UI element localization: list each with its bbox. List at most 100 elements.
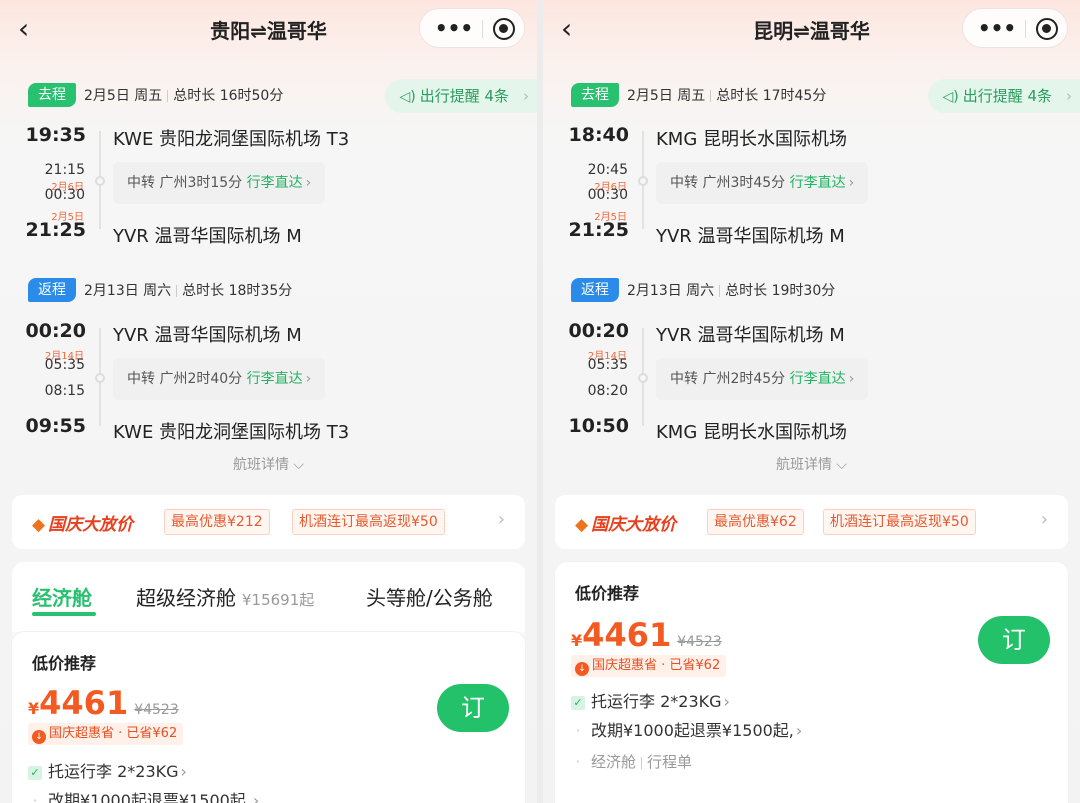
promo-logo: ◆ 国庆大放价 [575,510,676,535]
promo-banner[interactable]: ◆ 国庆大放价 最高优惠¥212 机酒连订最高返现¥50 › [12,495,525,549]
refund-change-info[interactable]: · 改期¥1000起退票¥1500起, › [571,717,802,741]
transfer-info[interactable]: 中转 广州2时40分 行李直达 › [113,358,326,400]
chevron-right-icon: › [305,371,312,387]
promo-tag-discount: 最高优惠¥62 [707,509,804,535]
travel-reminder[interactable]: ◁) 出行提醒 4条 › [928,79,1080,113]
transfer-dep-time: 08:20 [587,383,628,399]
chevron-right-icon: › [1040,509,1048,530]
return-meta: 2月13日 周六 总时长 19时30分 [627,280,835,300]
tab-first-business[interactable]: 头等舱/公务舱 [366,582,522,611]
flame-icon: ◆ [575,515,589,535]
outbound-date: 2月5日 周五 [84,88,163,104]
fare-title: 低价推荐 [575,584,640,603]
book-button[interactable]: 订 [437,684,509,732]
refund-change-info[interactable]: · 改期¥1000起退票¥1500起, › [28,787,259,803]
book-button[interactable]: 订 [978,616,1050,664]
chevron-right-icon: › [848,175,855,191]
close-target-icon[interactable] [493,18,515,40]
outbound-header: 去程 2月5日 周五 总时长 17时45分 [571,83,826,109]
flight-details-link[interactable]: 航班详情 ⌵ [0,454,537,474]
transfer-text: 中转 广州2时40分 [127,371,243,387]
chevron-right-icon: › [523,87,529,105]
timeline-stop-dot [638,373,648,383]
reminder-label: 出行提醒 4条 [962,87,1052,105]
promo-logo-text: 国庆大放价 [48,515,134,535]
baggage-text: 托运行李 2*23KG [48,762,179,781]
promo-tag-cashback: 机酒连订最高返现¥50 [823,509,976,535]
refund-change-text: 改期¥1000起退票¥1500起, [48,791,251,803]
tab-premium-label: 超级经济舱 [136,586,236,610]
transfer-dep-time: 00:30 [587,187,628,203]
outbound-date: 2月5日 周五 [627,88,706,104]
flight-details-link[interactable]: 航班详情 ⌵ [543,454,1080,474]
transfer-arr-time: 20:45 [587,162,628,178]
tab-premium-price: ¥15691起 [242,591,315,609]
flight-details-label: 航班详情 [775,457,832,473]
speaker-icon: ◁) [399,89,416,105]
return-dep-time: 00:20 [25,320,86,342]
tab-economy[interactable]: 经济舱 [32,582,92,611]
price-value: 4461 [39,684,129,722]
close-target-icon[interactable] [1036,18,1058,40]
more-icon[interactable]: ••• [434,17,474,39]
promo-logo-text: 国庆大放价 [591,515,677,535]
outbound-arr-airport: YVR 温哥华国际机场 M [113,226,302,247]
fare-card[interactable]: 低价推荐 ¥4461 ¥4523 ↓ 国庆超惠省 · 已省¥62 订 ✓ 托运行李 2… [12,632,525,803]
tab-premium-economy[interactable]: 超级经济舱 ¥15691起 [136,582,314,611]
return-header: 返程 2月13日 周六 总时长 19时30分 [571,278,835,304]
fare-price: ¥4461 ¥4523 [571,616,722,654]
baggage-through-link[interactable]: 行李直达 [790,175,846,191]
check-icon: ✓ [571,696,585,710]
mini-program-capsule: ••• [962,8,1068,48]
transfer-arr-time: 05:35 [587,357,628,373]
baggage-text: 托运行李 2*23KG [591,692,722,711]
outbound-dep-time: 19:35 [25,124,86,146]
baggage-through-link[interactable]: 行李直达 [790,371,846,387]
baggage-through-link[interactable]: 行李直达 [247,175,303,191]
baggage-info[interactable]: ✓ 托运行李 2*23KG › [571,688,730,712]
baggage-through-link[interactable]: 行李直达 [247,371,303,387]
flight-details-label: 航班详情 [232,457,289,473]
chevron-right-icon: › [848,371,855,387]
transfer-arr-time: 05:35 [44,357,85,373]
original-price: ¥4523 [134,702,179,718]
currency-symbol: ¥ [28,699,40,718]
chevron-right-icon: › [305,175,312,191]
more-icon[interactable]: ••• [977,17,1017,39]
timeline-stop-dot [95,176,105,186]
chevron-right-icon: › [723,692,730,711]
cabin-tabs: 经济舱 超级经济舱 ¥15691起 头等舱/公务舱 [12,562,525,632]
chevron-right-icon: › [180,762,187,781]
outbound-duration: 总时长 16时50分 [173,88,284,104]
transfer-info[interactable]: 中转 广州3时15分 行李直达 › [113,162,326,204]
transfer-text: 中转 广州2时45分 [670,371,786,387]
return-date: 2月13日 周六 [627,283,715,299]
outbound-duration: 总时长 17时45分 [716,88,827,104]
outbound-tag: 去程 [28,83,76,107]
active-tab-indicator [32,612,96,616]
discount-icon: ↓ [32,730,46,744]
return-duration: 总时长 19时30分 [725,283,836,299]
original-price: ¥4523 [677,634,722,650]
chevron-down-icon: ⌵ [836,457,848,473]
baggage-info[interactable]: ✓ 托运行李 2*23KG › [28,758,187,782]
travel-reminder[interactable]: ◁) 出行提醒 4条 › [385,79,537,113]
promo-banner[interactable]: ◆ 国庆大放价 最高优惠¥62 机酒连订最高返现¥50 › [555,495,1068,549]
outbound-dep-time: 18:40 [568,124,629,146]
return-dep-airport: YVR 温哥华国际机场 M [113,325,302,346]
chevron-down-icon: ⌵ [293,457,305,473]
savings-text: 国庆超惠省 · 已省¥62 [592,658,721,673]
capsule-divider [482,20,483,38]
outbound-arr-time: 21:25 [568,219,629,241]
outbound-arr-airport: YVR 温哥华国际机场 M [656,226,845,247]
bullet-icon: · [575,721,581,740]
capsule-divider [1025,20,1026,38]
transfer-info[interactable]: 中转 广州3时45分 行李直达 › [656,162,869,204]
return-meta: 2月13日 周六 总时长 18时35分 [84,280,292,300]
transfer-dep-time: 00:30 [44,187,85,203]
return-tag: 返程 [28,278,76,302]
promo-logo: ◆ 国庆大放价 [32,510,133,535]
fare-card[interactable]: 低价推荐 ¥4461 ¥4523 ↓ 国庆超惠省 · 已省¥62 订 ✓ 托运行李 2… [555,562,1068,803]
outbound-header: 去程 2月5日 周五 总时长 16时50分 [28,83,283,109]
transfer-info[interactable]: 中转 广州2时45分 行李直达 › [656,358,869,400]
